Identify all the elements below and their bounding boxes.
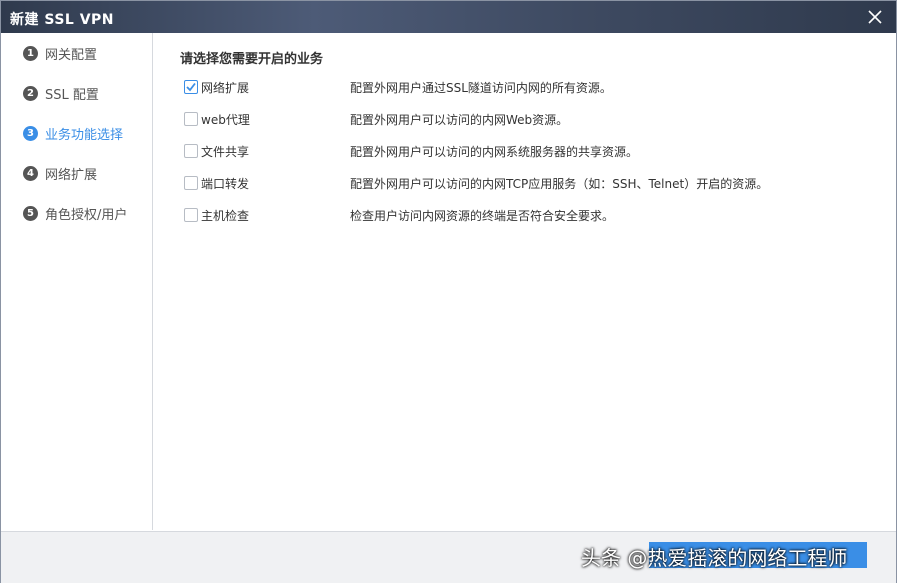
- wizard-steps-sidebar: 1 网关配置 2 SSL 配置 3 业务功能选择 4 网络扩展 5 角色授权/用…: [1, 33, 153, 530]
- option-description: 配置外网用户可以访问的内网Web资源。: [350, 113, 569, 127]
- close-button[interactable]: [865, 7, 885, 27]
- option-row-port-forwarding: 端口转发 配置外网用户可以访问的内网TCP应用服务（如：SSH、Telnet）开…: [184, 174, 884, 192]
- option-label[interactable]: web代理: [201, 111, 250, 128]
- option-description: 配置外网用户可以访问的内网TCP应用服务（如：SSH、Telnet）开启的资源。: [350, 177, 769, 191]
- option-label[interactable]: 主机检查: [201, 207, 249, 224]
- checkbox-web-proxy[interactable]: [184, 112, 198, 126]
- close-icon: [868, 10, 882, 24]
- step-gateway-config[interactable]: 1 网关配置: [23, 43, 97, 63]
- option-row-web-proxy: web代理 配置外网用户可以访问的内网Web资源。: [184, 110, 884, 128]
- dialog-title: 新建 SSL VPN: [10, 12, 115, 28]
- step-label: 角色授权/用户: [45, 207, 128, 223]
- option-row-host-check: 主机检查 检查用户访问内网资源的终端是否符合安全要求。: [184, 206, 884, 224]
- step-number-badge: 4: [23, 165, 38, 181]
- step-label: SSL 配置: [45, 87, 99, 103]
- step-ssl-config[interactable]: 2 SSL 配置: [23, 83, 99, 103]
- step-role-authorization[interactable]: 5 角色授权/用户: [23, 203, 127, 223]
- checkmark-icon: [186, 82, 196, 92]
- step-service-selection[interactable]: 3 业务功能选择: [23, 123, 123, 143]
- option-description: 检查用户访问内网资源的终端是否符合安全要求。: [350, 209, 615, 223]
- step-number-badge: 5: [23, 205, 38, 221]
- option-label[interactable]: 端口转发: [201, 175, 249, 192]
- checkbox-port-forwarding[interactable]: [184, 176, 198, 190]
- option-label[interactable]: 文件共享: [201, 143, 249, 160]
- watermark-text: 头条 @热爱摇滚的网络工程师: [581, 546, 848, 570]
- checkbox-network-extension[interactable]: [184, 80, 198, 94]
- service-selection-panel: 请选择您需要开启的业务 网络扩展 配置外网用户通过SSL隧道访问内网的所有资源。…: [153, 33, 896, 530]
- section-title: 请选择您需要开启的业务: [180, 52, 324, 67]
- step-number-badge: 1: [23, 45, 38, 61]
- step-label: 网关配置: [45, 47, 98, 63]
- checkbox-file-sharing[interactable]: [184, 144, 198, 158]
- dialog-footer: 头条 @热爱摇滚的网络工程师: [1, 531, 896, 583]
- option-description: 配置外网用户通过SSL隧道访问内网的所有资源。: [350, 81, 612, 95]
- title-bar: 新建 SSL VPN: [1, 1, 896, 33]
- step-number-badge: 3: [23, 125, 38, 141]
- checkbox-host-check[interactable]: [184, 208, 198, 222]
- option-label[interactable]: 网络扩展: [201, 79, 249, 96]
- step-label: 业务功能选择: [45, 127, 124, 143]
- step-network-extension[interactable]: 4 网络扩展: [23, 163, 97, 183]
- option-row-file-sharing: 文件共享 配置外网用户可以访问的内网系统服务器的共享资源。: [184, 142, 884, 160]
- option-description: 配置外网用户可以访问的内网系统服务器的共享资源。: [350, 145, 639, 159]
- step-label: 网络扩展: [45, 167, 98, 183]
- ssl-vpn-dialog: 新建 SSL VPN 1 网关配置 2 SSL 配置 3 业务功能选择 4 网络…: [0, 0, 897, 583]
- step-number-badge: 2: [23, 85, 38, 101]
- option-row-network-extension: 网络扩展 配置外网用户通过SSL隧道访问内网的所有资源。: [184, 78, 884, 96]
